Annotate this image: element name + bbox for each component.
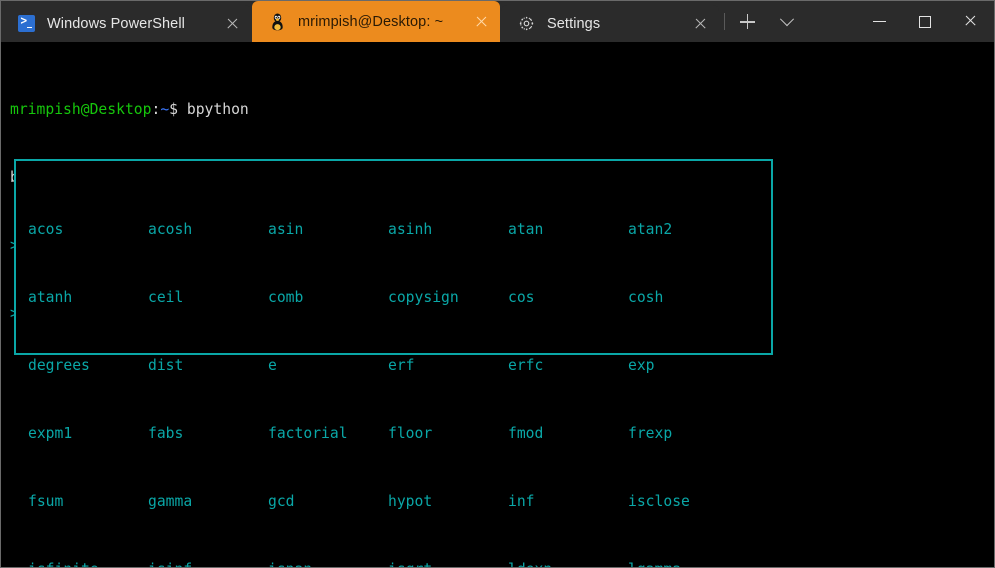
completion-item[interactable]: erf [388, 357, 508, 374]
completion-item[interactable]: fsum [28, 493, 148, 510]
tabbar-separator [724, 13, 725, 30]
completion-item[interactable]: isnan [268, 561, 388, 567]
completion-item[interactable]: hypot [388, 493, 508, 510]
completion-item[interactable]: fmod [508, 425, 628, 442]
completion-item[interactable]: floor [388, 425, 508, 442]
shell-command: bpython [178, 101, 249, 118]
maximize-button[interactable] [902, 1, 948, 42]
powershell-icon [17, 15, 35, 33]
minimize-icon [872, 20, 886, 23]
terminal-line-prompt: mrimpish@Desktop:~$ bpython [10, 101, 994, 118]
completion-item[interactable]: degrees [28, 357, 148, 374]
tab-close-settings[interactable] [681, 5, 719, 42]
completion-item[interactable]: e [268, 357, 388, 374]
completion-item[interactable]: fabs [148, 425, 268, 442]
completion-item[interactable]: cosh [628, 289, 748, 306]
tab-windows-powershell[interactable]: Windows PowerShell [1, 5, 251, 42]
chevron-down-icon [779, 11, 795, 26]
completion-row: fsum gamma gcd hypot inf isclose [28, 493, 771, 510]
completion-item[interactable]: exp [628, 357, 748, 374]
completion-item[interactable]: expm1 [28, 425, 148, 442]
terminal-output-pane[interactable]: mrimpish@Desktop:~$ bpython bpython vers… [1, 42, 994, 567]
completion-item[interactable]: atan2 [628, 221, 748, 238]
completion-item[interactable]: comb [268, 289, 388, 306]
gear-icon [517, 15, 535, 33]
completion-item[interactable]: isfinite [28, 561, 148, 567]
completion-row: isfinite isinf isnan isqrt ldexp lgamma [28, 561, 771, 567]
completion-item[interactable]: acos [28, 221, 148, 238]
completion-item[interactable]: atan [508, 221, 628, 238]
completion-row: degrees dist e erf erfc exp [28, 357, 771, 374]
tab-label-settings: Settings [547, 15, 601, 32]
title-bar: Windows PowerShell mrimpish@Desktop [1, 1, 994, 42]
completion-item[interactable]: asin [268, 221, 388, 238]
close-icon [694, 17, 707, 30]
tab-label-bpython: mrimpish@Desktop: ~ [298, 13, 444, 30]
completion-item[interactable]: isinf [148, 561, 268, 567]
tux-linux-icon [268, 13, 286, 31]
close-icon [226, 17, 239, 30]
completion-row: acos acosh asin asinh atan atan2 [28, 221, 771, 238]
completion-item[interactable]: ceil [148, 289, 268, 306]
completion-item[interactable]: erfc [508, 357, 628, 374]
completion-item[interactable]: gamma [148, 493, 268, 510]
completion-item[interactable]: cos [508, 289, 628, 306]
completion-item[interactable]: ldexp [508, 561, 628, 567]
window-controls [856, 1, 994, 42]
completion-item[interactable]: isclose [628, 493, 748, 510]
close-window-button[interactable] [948, 1, 994, 42]
minimize-button[interactable] [856, 1, 902, 42]
close-icon [964, 14, 979, 29]
tabbar-actions [722, 1, 807, 42]
close-icon [475, 15, 488, 28]
shell-prompt-colon: : [151, 101, 161, 118]
plus-icon [739, 14, 755, 29]
completion-item[interactable]: copysign [388, 289, 508, 306]
tab-dropdown-button[interactable] [767, 1, 807, 42]
tab-close-powershell[interactable] [213, 5, 251, 42]
terminal-window: Windows PowerShell mrimpish@Desktop [0, 0, 995, 568]
completion-item[interactable]: gcd [268, 493, 388, 510]
completion-item[interactable]: dist [148, 357, 268, 374]
completion-item[interactable]: isqrt [388, 561, 508, 567]
completion-item[interactable]: factorial [268, 425, 388, 442]
completion-row: atanh ceil comb copysign cos cosh [28, 289, 771, 306]
completion-item[interactable]: asinh [388, 221, 508, 238]
new-tab-button[interactable] [727, 1, 767, 42]
shell-prompt-path: ~ [160, 101, 170, 118]
completion-row: expm1 fabs factorial floor fmod frexp [28, 425, 771, 442]
completion-item[interactable]: atanh [28, 289, 148, 306]
completion-item[interactable]: frexp [628, 425, 748, 442]
autocomplete-popup[interactable]: acos acosh asin asinh atan atan2 atanh c… [14, 159, 773, 567]
tab-label-powershell: Windows PowerShell [47, 15, 185, 32]
completion-item[interactable]: acosh [148, 221, 268, 238]
completion-item[interactable]: inf [508, 493, 628, 510]
completion-item[interactable]: lgamma [628, 561, 748, 567]
maximize-icon [919, 15, 931, 28]
shell-prompt-userhost: mrimpish@Desktop [10, 101, 152, 118]
tab-settings[interactable]: Settings [501, 5, 719, 42]
tab-mrimpish-desktop[interactable]: mrimpish@Desktop: ~ [252, 1, 500, 42]
tab-close-bpython[interactable] [462, 1, 500, 42]
shell-prompt-sigil: $ [169, 101, 179, 118]
